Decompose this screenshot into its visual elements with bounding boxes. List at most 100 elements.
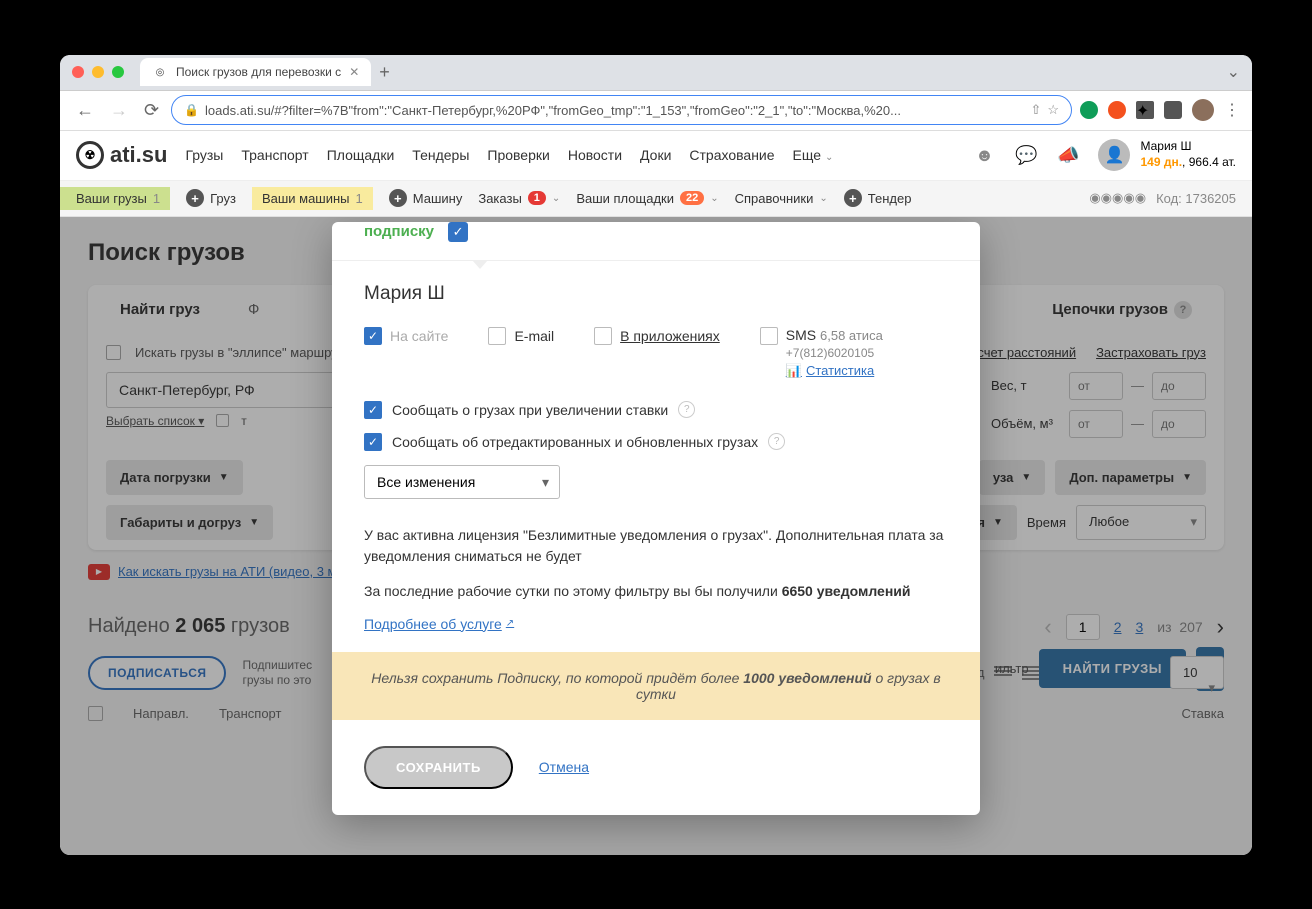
logo[interactable]: ☢ ati.su [76, 141, 167, 169]
chevron-down-icon: ⌄ [710, 193, 718, 204]
user-info[interactable]: 👤 Мария Ш 149 дн., 966.4 ат. [1098, 139, 1236, 171]
modal-user-name: Мария Ш [364, 283, 948, 305]
subheader-right: ◉◉◉◉◉ Код: 1736205 [1089, 190, 1236, 206]
chat-icon[interactable]: 💬 [1014, 143, 1038, 167]
modal-body: Мария Ш На сайте E-mail В приложениях SM… [332, 261, 980, 652]
opt-edited-loads[interactable]: Сообщать об отредактированных и обновлен… [364, 433, 948, 451]
profile-avatar-icon[interactable] [1192, 99, 1214, 121]
modal-title: подписку [364, 223, 434, 241]
opt-app[interactable]: В приложениях [594, 327, 720, 345]
nav-more[interactable]: Еще ⌄ [793, 147, 834, 163]
page-body: Поиск грузов Найти груз Ф Цепочки грузов… [60, 217, 1252, 855]
subheader: Ваши грузы 1 +Груз Ваши машины 1 +Машину… [60, 181, 1252, 217]
add-load-button[interactable]: +Груз [186, 189, 236, 207]
logo-text: ati.su [110, 142, 167, 168]
sms-phone: +7(812)6020105 [786, 346, 883, 360]
nav-platforms[interactable]: Площадки [327, 147, 395, 163]
forward-button[interactable]: → [106, 96, 132, 125]
nav-insurance[interactable]: Страхование [689, 147, 774, 163]
extensions: ✦ ⋮ [1080, 99, 1240, 121]
chevron-down-icon: ⌄ [825, 152, 833, 163]
titlebar: ◎ Поиск грузов для перевозки с ✕ + ⌄ [60, 55, 1252, 91]
contact-icon[interactable]: ☻ [972, 143, 996, 167]
company-code: Код: 1736205 [1156, 191, 1236, 206]
extension-icon[interactable] [1108, 101, 1126, 119]
your-trucks[interactable]: Ваши машины 1 [252, 187, 373, 210]
orders-link[interactable]: Заказы 1 ⌄ [478, 191, 560, 206]
user-name: Мария Ш [1140, 139, 1236, 155]
opt-rate-increase[interactable]: Сообщать о грузах при увеличении ставки? [364, 401, 948, 419]
close-window-icon[interactable] [72, 66, 84, 78]
megaphone-icon[interactable]: 📣 [1056, 143, 1080, 167]
tab-title: Поиск грузов для перевозки с [176, 65, 341, 79]
help-icon[interactable]: ? [768, 433, 785, 450]
changes-select[interactable]: Все изменения [364, 465, 560, 499]
checkbox-icon [760, 327, 778, 345]
tabs-dropdown-icon[interactable]: ⌄ [1227, 62, 1240, 82]
sidepanel-icon[interactable] [1164, 101, 1182, 119]
maximize-window-icon[interactable] [112, 66, 124, 78]
chevron-down-icon: ⌄ [819, 193, 827, 204]
share-icon[interactable]: ⇧ [1030, 102, 1041, 118]
plus-icon: + [186, 189, 204, 207]
user-avatar-icon: 👤 [1098, 139, 1130, 171]
platforms-link[interactable]: Ваши площадки 22 ⌄ [576, 191, 718, 206]
plus-icon: + [389, 189, 407, 207]
back-button[interactable]: ← [72, 96, 98, 125]
user-text: Мария Ш 149 дн., 966.4 ат. [1140, 139, 1236, 170]
references-link[interactable]: Справочники ⌄ [735, 191, 828, 206]
subscribe-toggle[interactable]: ✓ [448, 222, 468, 242]
logo-icon: ☢ [76, 141, 104, 169]
add-tender-button[interactable]: +Тендер [844, 189, 912, 207]
window-controls [72, 66, 124, 78]
nav-checks[interactable]: Проверки [487, 147, 549, 163]
checkbox-icon [488, 327, 506, 345]
statistics-link[interactable]: 📊Статистика [786, 363, 883, 379]
help-icon[interactable]: ? [678, 401, 695, 418]
notify-channels: На сайте E-mail В приложениях SMS 6,58 а… [364, 327, 948, 379]
nav-docs[interactable]: Доки [640, 147, 671, 163]
more-about-link[interactable]: Подробнее об услуге↗ [364, 616, 514, 632]
opt-email[interactable]: E-mail [488, 327, 554, 345]
notification-count-info: За последние рабочие сутки по этому филь… [364, 581, 948, 602]
add-truck-button[interactable]: +Машину [389, 189, 463, 207]
url-bar: ← → ⟳ 🔒 loads.ati.su/#?filter=%7B"from":… [60, 91, 1252, 131]
checkbox-icon [364, 433, 382, 451]
new-tab-button[interactable]: + [379, 62, 390, 83]
your-loads[interactable]: Ваши грузы 1 [60, 187, 170, 210]
nav-transport[interactable]: Транспорт [241, 147, 308, 163]
plus-icon: + [844, 189, 862, 207]
opt-sms[interactable]: SMS 6,58 атиса +7(812)6020105 📊Статистик… [760, 327, 883, 379]
modal-header: подписку ✓ [332, 222, 980, 261]
address-bar[interactable]: 🔒 loads.ati.su/#?filter=%7B"from":"Санкт… [171, 95, 1072, 125]
extension-icon[interactable] [1080, 101, 1098, 119]
lock-icon: 🔒 [184, 103, 199, 117]
sms-info: SMS 6,58 атиса +7(812)6020105 📊Статистик… [786, 327, 883, 379]
save-button[interactable]: СОХРАНИТЬ [364, 746, 513, 789]
chrome-menu-icon[interactable]: ⋮ [1224, 100, 1240, 120]
user-balance: 966.4 ат. [1189, 155, 1236, 169]
nav-tenders[interactable]: Тендеры [412, 147, 469, 163]
extensions-menu-icon[interactable]: ✦ [1136, 101, 1154, 119]
rating-icons: ◉◉◉◉◉ [1089, 190, 1146, 206]
pointer-icon [472, 260, 488, 269]
orders-badge: 1 [528, 191, 546, 205]
platforms-badge: 22 [680, 191, 704, 205]
star-icon[interactable]: ☆ [1047, 102, 1059, 118]
chart-icon: 📊 [786, 363, 802, 379]
cancel-link[interactable]: Отмена [539, 759, 589, 775]
browser-tab[interactable]: ◎ Поиск грузов для перевозки с ✕ [140, 58, 371, 86]
warning-banner: Нельзя сохранить Подписку, по которой пр… [332, 652, 980, 720]
minimize-window-icon[interactable] [92, 66, 104, 78]
tab-close-icon[interactable]: ✕ [349, 65, 359, 79]
checkbox-icon [594, 327, 612, 345]
checkbox-icon [364, 327, 382, 345]
user-days: 149 дн. [1140, 155, 1182, 169]
reload-button[interactable]: ⟳ [140, 96, 163, 125]
modal-footer: СОХРАНИТЬ Отмена [332, 720, 980, 815]
nav-loads[interactable]: Грузы [185, 147, 223, 163]
nav-news[interactable]: Новости [568, 147, 622, 163]
opt-onsite[interactable]: На сайте [364, 327, 448, 345]
chevron-down-icon: ⌄ [552, 193, 560, 204]
favicon-icon: ◎ [152, 64, 168, 80]
